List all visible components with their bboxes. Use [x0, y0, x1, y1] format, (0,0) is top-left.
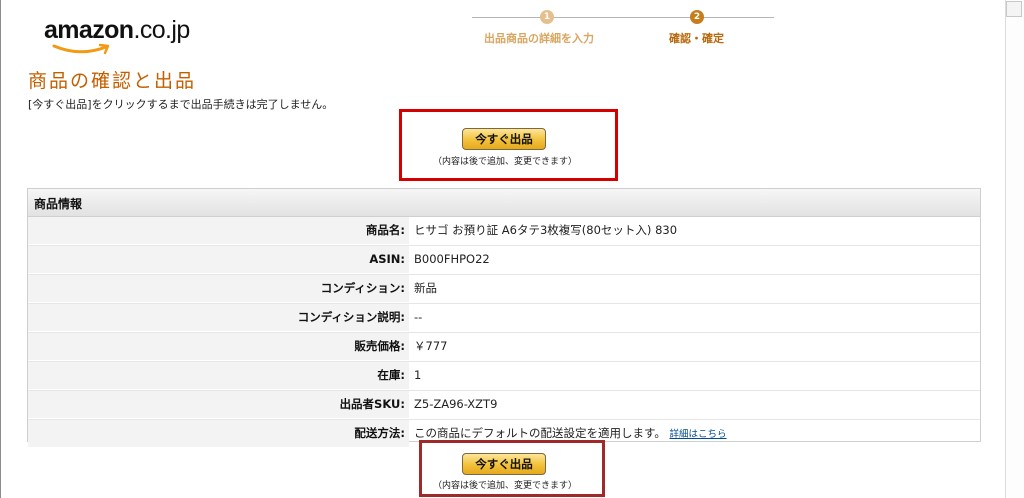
row-label: ASIN:	[28, 246, 409, 273]
step-1-number: 1	[540, 10, 554, 24]
row-label: 在庫:	[28, 362, 409, 389]
product-info-rows: 商品名: ヒサゴ お預り証 A6タテ3枚複写(80セット入) 830 ASIN:…	[28, 217, 980, 448]
row-label: コンディション:	[28, 275, 409, 302]
list-now-button-top[interactable]: 今すぐ出品	[462, 128, 546, 150]
row-label: 販売価格:	[28, 333, 409, 360]
page-note: [今すぐ出品]をクリックするまで出品手続きは完了しません。	[28, 98, 334, 111]
logo-main-text: amazon	[44, 16, 134, 44]
product-info-header: 商品情報	[28, 189, 980, 217]
row-value: 1	[414, 368, 422, 382]
row-label: 商品名:	[28, 217, 409, 244]
step-1-label: 出品商品の詳細を入力	[484, 32, 594, 45]
row-condition: コンディション: 新品	[28, 275, 980, 304]
row-condition-note: コンディション説明: --	[28, 304, 980, 333]
scroll-up-arrow-icon[interactable]	[1006, 1, 1022, 17]
row-price: 販売価格: ￥777	[28, 333, 980, 362]
row-seller-sku: 出品者SKU: Z5-ZA96-XZT9	[28, 391, 980, 420]
list-now-note-bottom: （内容は後で追加、変更できます）	[433, 481, 578, 491]
row-label: 出品者SKU:	[28, 391, 409, 418]
logo-text: amazon.co.jp	[44, 16, 190, 45]
shipping-details-link[interactable]: 詳細はこちら	[670, 429, 727, 440]
row-value: ￥777	[414, 339, 448, 353]
window-left-border	[0, 0, 1, 498]
row-value: Z5-ZA96-XZT9	[414, 397, 498, 411]
product-info-panel: 商品情報 商品名: ヒサゴ お預り証 A6タテ3枚複写(80セット入) 830 …	[27, 188, 981, 447]
list-now-button-bottom[interactable]: 今すぐ出品	[462, 453, 546, 475]
row-value: B000FHPO22	[414, 252, 490, 266]
row-label: コンディション説明:	[28, 304, 409, 331]
vertical-scrollbar[interactable]	[1005, 0, 1024, 498]
steps-line	[472, 17, 774, 18]
smile-arrow-icon	[52, 43, 110, 55]
row-value: --	[414, 310, 423, 324]
row-stock: 在庫: 1	[28, 362, 980, 391]
list-now-note-top: （内容は後で追加、変更できます）	[433, 157, 578, 167]
row-value: ヒサゴ お預り証 A6タテ3枚複写(80セット入) 830	[414, 223, 678, 237]
product-info-title: 商品情報	[34, 197, 83, 211]
row-product-name: 商品名: ヒサゴ お預り証 A6タテ3枚複写(80セット入) 830	[28, 217, 980, 246]
amazon-logo[interactable]: amazon.co.jp	[44, 16, 190, 55]
page-title: 商品の確認と出品	[28, 70, 197, 92]
row-value: この商品にデフォルトの配送設定を適用します。	[414, 426, 666, 440]
row-value: 新品	[414, 281, 437, 295]
step-2-number: 2	[690, 10, 704, 24]
row-asin: ASIN: B000FHPO22	[28, 246, 980, 275]
progress-steps: 1 出品商品の詳細を入力 2 確認・確定	[472, 8, 774, 48]
logo-tld-text: .co.jp	[133, 16, 190, 44]
step-2-label: 確認・確定	[669, 32, 724, 45]
row-label: 配送方法:	[28, 420, 409, 447]
